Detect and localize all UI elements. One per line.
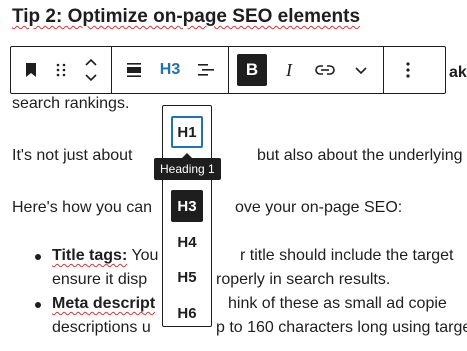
bullet-text: descriptions u bbox=[52, 319, 151, 336]
align-left-icon[interactable] bbox=[192, 54, 220, 86]
paragraph-3-right[interactable]: ove your on-page SEO: bbox=[235, 199, 402, 217]
paragraph-3-left[interactable]: Here's how you can bbox=[12, 199, 152, 217]
bullet-label: Title tags: bbox=[52, 247, 128, 264]
heading-level-h6[interactable]: H6 bbox=[171, 297, 203, 329]
bullet-text: ensure it disp bbox=[52, 271, 148, 288]
bullet-text: r title should include the target bbox=[240, 247, 454, 264]
bookmark-icon[interactable] bbox=[17, 54, 45, 86]
heading-level-button[interactable]: H3 bbox=[156, 54, 184, 86]
heading-level-dropdown: H1 H3 H4 H5 H6 bbox=[162, 105, 212, 327]
bullet-text: roperly in search results. bbox=[216, 271, 391, 288]
align-center-icon[interactable] bbox=[120, 54, 148, 86]
bullet-label: Meta descript bbox=[52, 295, 156, 312]
italic-button[interactable]: I bbox=[275, 54, 303, 86]
paragraph-2-right[interactable]: but also about the underlying bbox=[257, 147, 462, 165]
bullet-text: You bbox=[127, 247, 159, 264]
heading-level-h3[interactable]: H3 bbox=[171, 190, 203, 222]
post-heading[interactable]: Tip 2: Optimize on-page SEO elements bbox=[12, 6, 360, 28]
heading-tooltip: Heading 1 bbox=[154, 153, 221, 180]
bullet-text: p to 160 characters long using target bbox=[216, 319, 467, 336]
paragraph-1-tail[interactable]: search rankings. bbox=[12, 95, 129, 113]
seo-bullet-list: Title tags: You r title should include th… bbox=[0, 244, 467, 340]
list-item[interactable]: Meta descript hink of these as small ad c… bbox=[0, 292, 467, 340]
paragraph-1-overflow: ake bbox=[449, 64, 467, 81]
move-up-down-icon[interactable] bbox=[77, 54, 105, 86]
bold-button[interactable]: B bbox=[237, 54, 267, 86]
bullet-text: hink of these as small ad copie bbox=[228, 295, 447, 312]
block-toolbar: H3 B I bbox=[10, 46, 446, 94]
heading-level-h1[interactable]: H1 bbox=[171, 116, 203, 148]
more-vertical-icon[interactable] bbox=[394, 54, 422, 86]
list-item[interactable]: Title tags: You r title should include th… bbox=[0, 244, 453, 292]
link-icon[interactable] bbox=[311, 54, 339, 86]
drag-handle-icon[interactable] bbox=[47, 54, 75, 86]
paragraph-2-left[interactable]: It's not just about bbox=[12, 147, 132, 165]
chevron-down-icon[interactable] bbox=[347, 54, 375, 86]
heading-level-h5[interactable]: H5 bbox=[171, 261, 203, 293]
heading-level-h4[interactable]: H4 bbox=[171, 226, 203, 258]
